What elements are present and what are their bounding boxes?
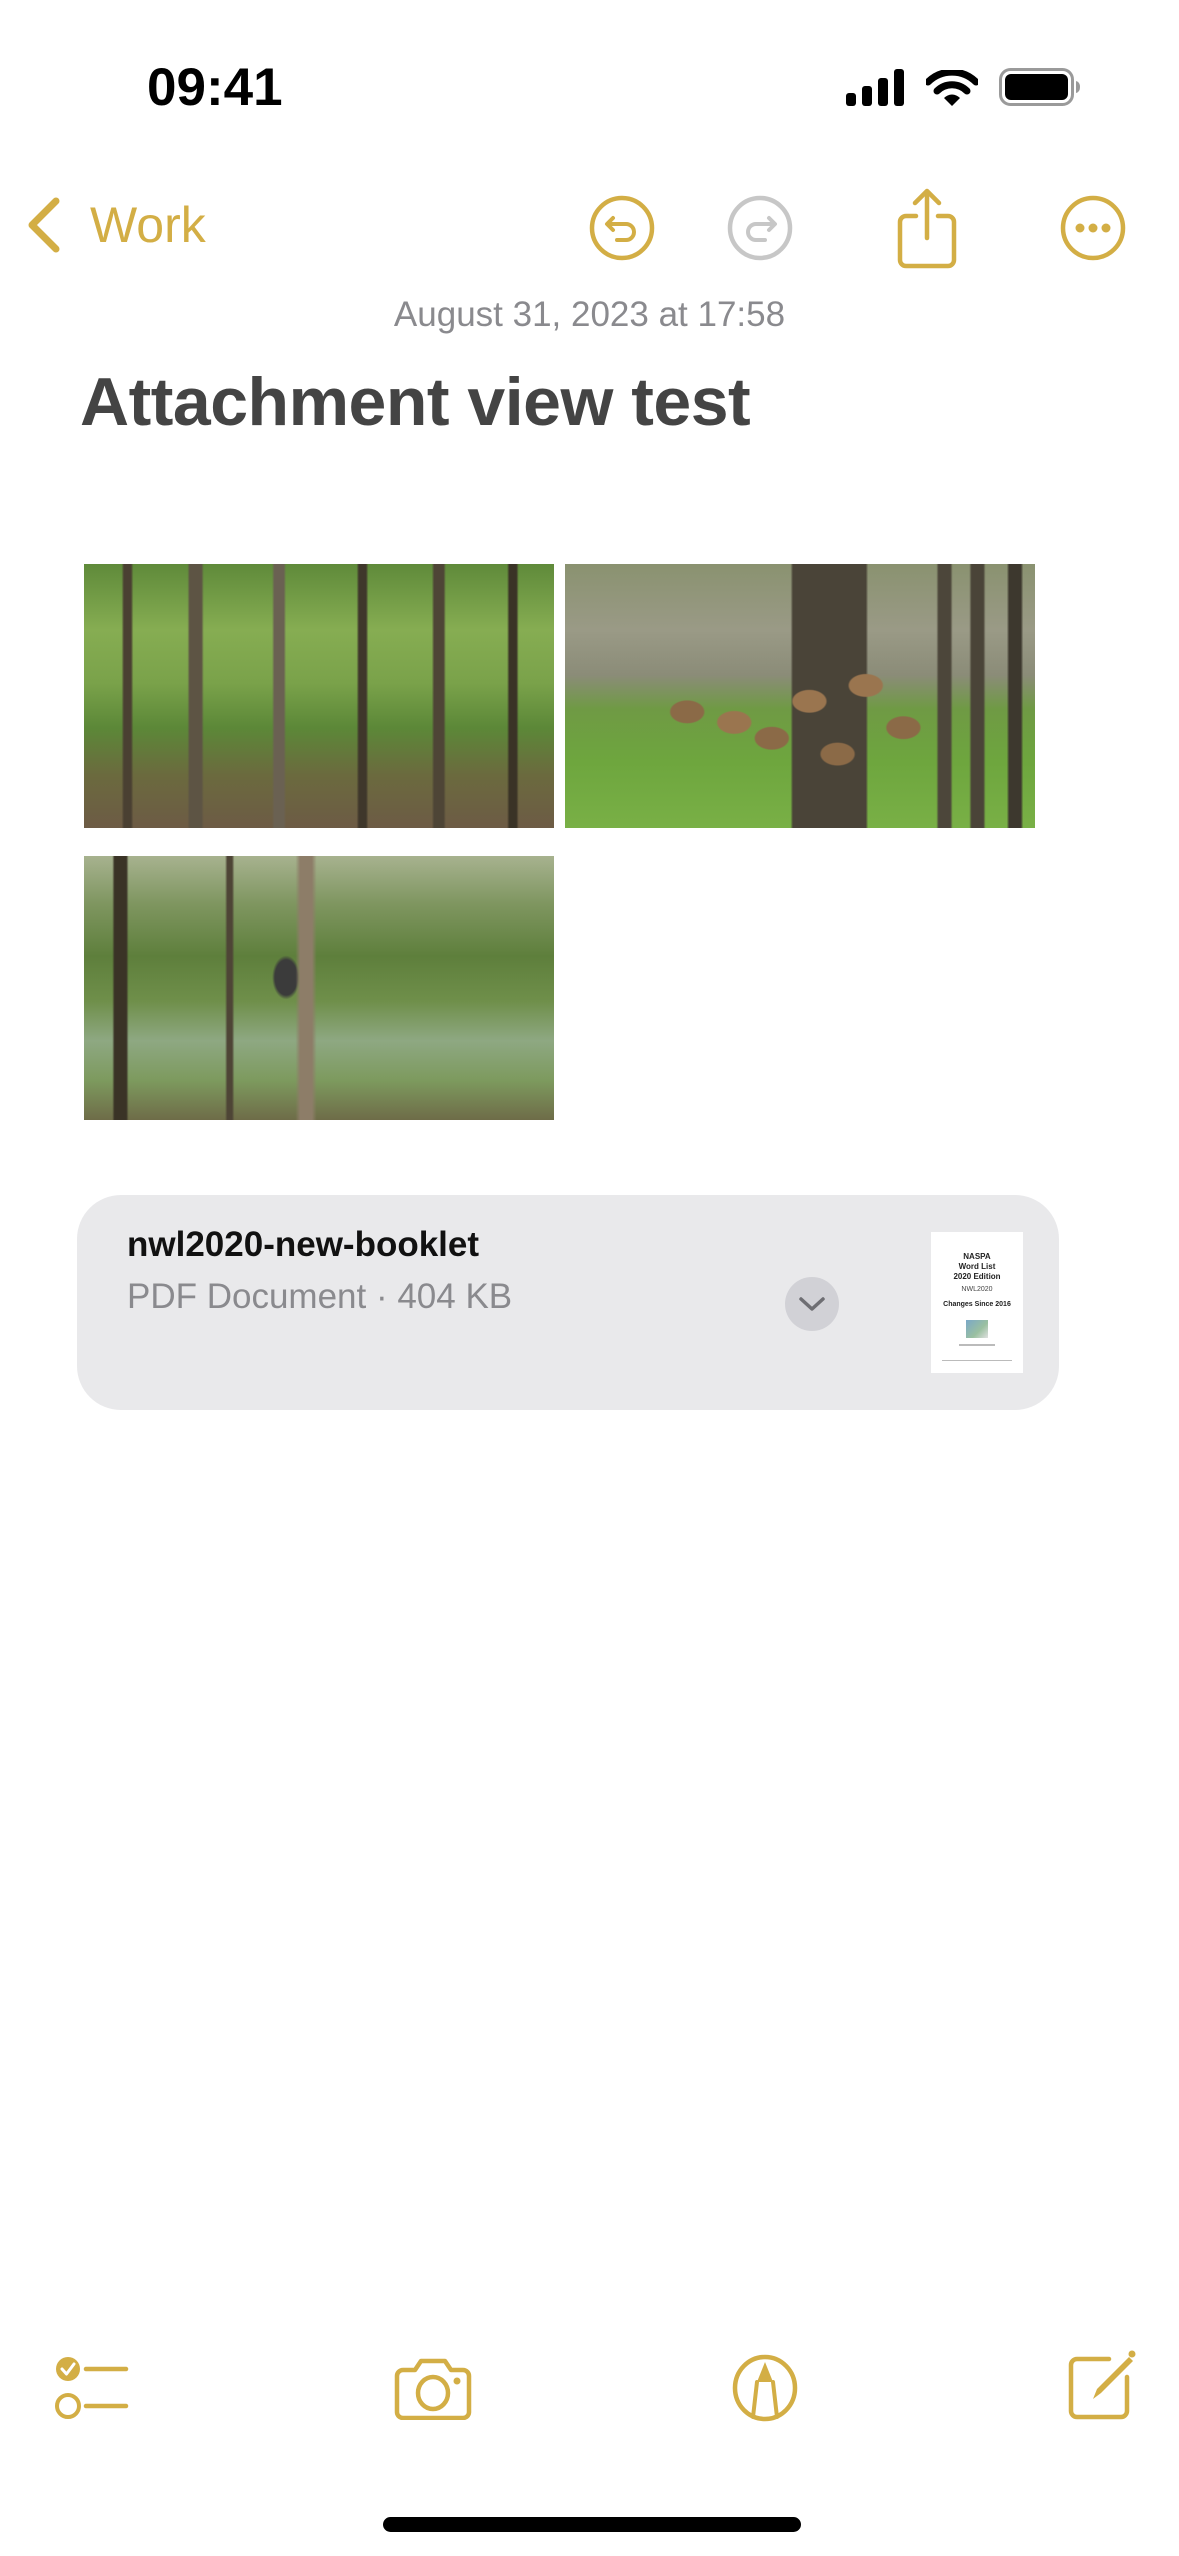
pdf-thumbnail: NASPA Word List 2020 Edition NWL2020 Cha… xyxy=(931,1232,1023,1373)
image-attachment-forest[interactable] xyxy=(84,564,554,828)
share-button[interactable] xyxy=(892,183,962,273)
checklist-icon xyxy=(55,2357,129,2419)
undo-icon xyxy=(589,195,655,261)
home-indicator[interactable] xyxy=(383,2517,801,2532)
camera-button[interactable] xyxy=(393,2353,473,2423)
compose-button[interactable] xyxy=(1060,2349,1140,2420)
redo-icon xyxy=(727,195,793,261)
camera-icon xyxy=(394,2358,472,2420)
image-attachment-trail[interactable] xyxy=(84,856,554,1120)
thumb-line-2: Word List xyxy=(958,1262,996,1271)
battery-icon xyxy=(999,68,1080,106)
thumb-logo xyxy=(966,1320,988,1338)
compose-icon xyxy=(1068,2350,1136,2420)
thumb-changes: Changes Since 2016 xyxy=(943,1301,1011,1308)
cellular-signal-icon xyxy=(846,69,904,106)
thumb-footer-rule xyxy=(942,1360,1012,1361)
pdf-meta: PDF Document · 404 KB xyxy=(127,1277,513,1316)
back-label: Work xyxy=(90,197,206,253)
thumb-line-1: NASPA xyxy=(963,1252,991,1261)
note-date: August 31, 2023 at 17:58 xyxy=(393,295,786,334)
note-title[interactable]: Attachment view test xyxy=(80,362,751,442)
thumb-rule xyxy=(959,1344,995,1346)
checklist-button[interactable] xyxy=(52,2353,132,2423)
share-icon xyxy=(897,188,957,269)
thumb-subtitle: NWL2020 xyxy=(961,1286,993,1293)
status-time: 09:41 xyxy=(147,58,283,117)
back-button[interactable]: Work xyxy=(22,190,206,260)
undo-button[interactable] xyxy=(587,193,657,263)
pdf-attachment-card[interactable]: nwl2020-new-booklet PDF Document · 404 K… xyxy=(77,1195,1059,1410)
more-icon xyxy=(1060,195,1126,261)
markup-icon xyxy=(732,2354,798,2422)
chevron-left-icon xyxy=(28,197,60,253)
thumb-line-3: 2020 Edition xyxy=(953,1272,1001,1281)
chevron-down-icon xyxy=(799,1297,825,1311)
markup-button[interactable] xyxy=(725,2353,805,2423)
image-attachment-animals[interactable] xyxy=(565,564,1035,828)
redo-button[interactable] xyxy=(725,193,795,263)
more-button[interactable] xyxy=(1058,193,1128,263)
wifi-icon xyxy=(926,70,978,106)
pdf-filename: nwl2020-new-booklet xyxy=(127,1225,480,1264)
expand-attachment-button[interactable] xyxy=(785,1277,839,1331)
